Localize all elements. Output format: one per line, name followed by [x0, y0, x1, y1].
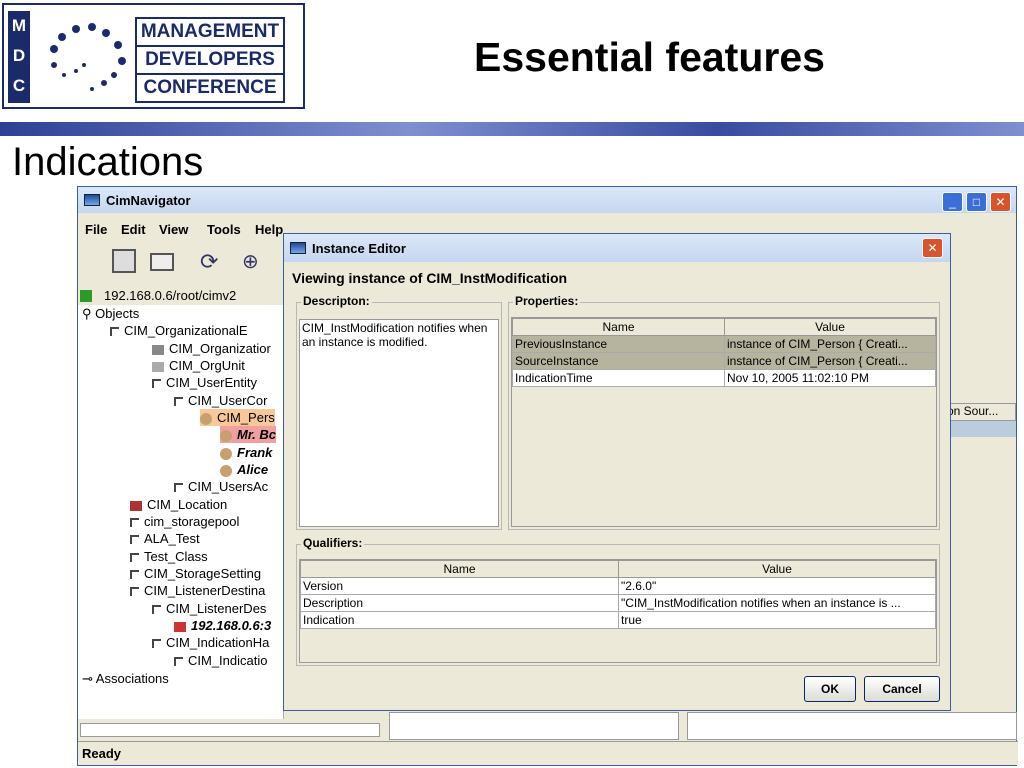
editor-app-icon — [290, 242, 306, 254]
tree-node[interactable]: CIM_ListenerDes — [152, 600, 266, 617]
mdc-logo: M D C MANAGEMENT DEVELOPERS CONFERENCE — [2, 3, 305, 109]
maximize-button[interactable]: □ — [966, 192, 987, 212]
menu-tools[interactable]: Tools — [207, 222, 241, 237]
menu-file[interactable]: File — [85, 222, 107, 237]
prop-header-name[interactable]: Name — [512, 318, 725, 336]
instance-editor-dialog: Instance Editor ✕ Viewing instance of CI… — [283, 233, 951, 711]
logo-words: MANAGEMENT DEVELOPERS CONFERENCE — [135, 17, 285, 103]
logo-letter-c: C — [12, 76, 26, 95]
cimnav-title: CimNavigator — [106, 192, 191, 208]
tree-node[interactable]: cim_storagepool — [130, 513, 239, 530]
header-banner — [0, 122, 1024, 136]
tree-node-instance[interactable]: Frank — [220, 444, 272, 461]
cimnav-titlebar[interactable]: CimNavigator — [78, 187, 1016, 213]
menu-view[interactable]: View — [159, 222, 188, 237]
logo-word-2: DEVELOPERS — [137, 47, 283, 75]
description-text: CIM_InstModification notifies when an in… — [299, 319, 499, 527]
tree-node-selected[interactable]: CIM_Pers — [200, 409, 275, 426]
tree-node[interactable]: CIM_UserEntity — [152, 374, 257, 391]
editor-close-button[interactable]: ✕ — [922, 238, 943, 258]
logo-dots-icon — [50, 23, 126, 91]
tree-node[interactable]: CIM_Organizatior — [152, 340, 271, 357]
ok-button[interactable]: OK — [804, 676, 856, 702]
table-row[interactable]: PreviousInstance instance of CIM_Person {… — [512, 335, 936, 353]
selected-row[interactable] — [944, 421, 1016, 437]
qualifiers-table: Name Value Version "2.6.0" Description "CIM… — [300, 560, 936, 629]
table-row[interactable]: Version "2.6.0" — [300, 577, 936, 595]
slide-subtitle: Indications — [12, 140, 204, 184]
properties-table: Name Value PreviousInstance instance of CI… — [512, 318, 936, 387]
qual-header-value[interactable]: Value — [618, 560, 936, 578]
class-tree: ⚲ Objects CIM_OrganizationalE CIM_Organi… — [78, 305, 284, 719]
cancel-button[interactable]: Cancel — [864, 676, 940, 702]
center-pane — [389, 712, 679, 740]
tree-node[interactable]: CIM_ListenerDestina — [130, 582, 265, 599]
editor-titlebar[interactable]: Instance Editor — [284, 234, 950, 262]
logo-word-3: CONFERENCE — [143, 77, 277, 98]
tree-node[interactable]: CIM_IndicationHa — [152, 634, 269, 651]
qualifiers-label: Qualifiers: — [301, 536, 365, 550]
tree-node-instance[interactable]: Mr. Bc — [220, 426, 277, 443]
tree-node[interactable]: CIM_UsersAc — [174, 478, 268, 495]
tree-node[interactable]: ⚲ Objects — [82, 305, 139, 322]
zoom-icon[interactable]: ⊕ — [242, 249, 259, 274]
table-row[interactable]: SourceInstance instance of CIM_Person { C… — [512, 352, 936, 370]
right-pane-bottom — [687, 712, 1017, 740]
tree-node[interactable]: Test_Class — [130, 548, 208, 565]
table-row[interactable]: Description "CIM_InstModification notifie… — [300, 594, 936, 612]
namespace-icon — [80, 290, 92, 302]
tree-node[interactable]: ALA_Test — [130, 530, 200, 547]
description-label: Descripton: — [301, 294, 372, 308]
tree-node-instance[interactable]: 192.168.0.6:3 — [174, 617, 271, 634]
editor-title: Instance Editor — [312, 240, 406, 256]
qual-header-name[interactable]: Name — [300, 560, 619, 578]
menu-help[interactable]: Help — [255, 222, 283, 237]
table-row[interactable]: IndicationTime Nov 10, 2005 11:02:10 PM — [512, 369, 936, 387]
folder-icon[interactable] — [150, 253, 174, 271]
refresh-icon[interactable]: ⟳ — [200, 249, 218, 275]
editor-heading: Viewing instance of CIM_InstModification — [292, 270, 568, 286]
description-group: Descripton: CIM_InstModification notifie… — [296, 294, 502, 530]
logo-letter-d: D — [12, 46, 26, 65]
namespace-root[interactable]: 192.168.0.6/root/cimv2 — [104, 288, 236, 303]
app-icon — [84, 194, 100, 206]
tree-node[interactable]: CIM_StorageSetting — [130, 565, 261, 582]
tree-scrollbar[interactable] — [80, 723, 380, 737]
tree-node-instance[interactable]: Alice — [220, 461, 268, 478]
logo-word-1: MANAGEMENT — [137, 19, 283, 47]
logo-letter-m: M — [11, 16, 27, 35]
status-bar: Ready — [78, 741, 1018, 765]
slide-title: Essential features — [474, 34, 825, 80]
column-header[interactable]: on Sour... — [944, 403, 1016, 421]
tree-node[interactable]: CIM_UserCor — [174, 392, 267, 409]
menu-edit[interactable]: Edit — [121, 222, 146, 237]
tree-node[interactable]: CIM_OrgUnit — [152, 357, 245, 374]
tree-node[interactable]: CIM_Location — [130, 496, 227, 513]
save-icon[interactable] — [112, 249, 136, 273]
prop-header-value[interactable]: Value — [724, 318, 936, 336]
tree-node[interactable]: CIM_OrganizationalE — [110, 322, 248, 339]
tree-node[interactable]: ⊸ Associations — [82, 670, 169, 687]
properties-group: Properties: Name Value PreviousInstance in… — [508, 294, 940, 530]
qualifiers-group: Qualifiers: Name Value Version "2.6.0" Des… — [296, 536, 940, 666]
properties-label: Properties: — [513, 294, 581, 308]
properties-table-wrap: Name Value PreviousInstance instance of CI… — [511, 317, 937, 527]
minimize-button[interactable]: _ — [942, 192, 963, 212]
logo-letters: M D C — [8, 11, 30, 103]
close-button[interactable]: ✕ — [990, 192, 1011, 212]
qualifiers-table-wrap: Name Value Version "2.6.0" Description "CIM… — [299, 559, 937, 663]
table-row[interactable]: Indication true — [300, 611, 936, 629]
tree-node[interactable]: CIM_Indicatio — [174, 652, 267, 669]
